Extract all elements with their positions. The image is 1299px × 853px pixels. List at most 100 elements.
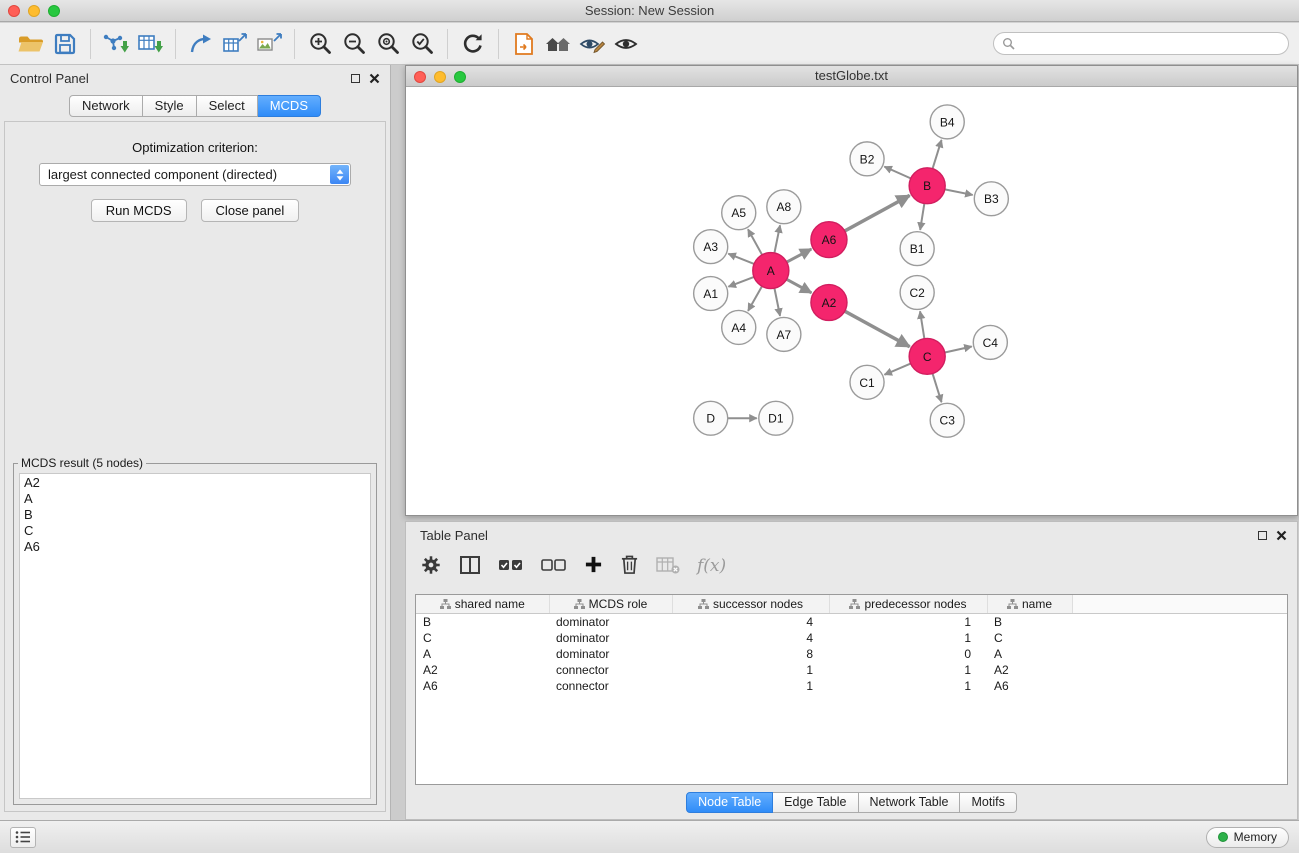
delete-table-button[interactable] (656, 555, 680, 578)
export-image-button[interactable] (252, 27, 286, 61)
column-header-name[interactable]: name (987, 595, 1072, 613)
graph-node-A[interactable]: A (753, 253, 789, 289)
graph-node-C3[interactable]: C3 (930, 403, 964, 437)
graph-edge-A-A5[interactable] (748, 229, 762, 255)
tab-node-table[interactable]: Node Table (686, 792, 773, 813)
import-network-button[interactable] (99, 27, 133, 61)
delete-column-button[interactable] (620, 554, 639, 578)
zoom-selected-button[interactable] (405, 27, 439, 61)
graph-node-C4[interactable]: C4 (973, 325, 1007, 359)
task-history-button[interactable] (10, 827, 36, 848)
mcds-result-item[interactable]: A6 (24, 539, 366, 555)
graph-node-A2[interactable]: A2 (811, 285, 847, 321)
mcds-result-item[interactable]: A2 (24, 475, 366, 491)
tab-style[interactable]: Style (143, 95, 197, 117)
mcds-result-list[interactable]: A2ABCA6 (19, 473, 371, 799)
column-header-MCDS-role[interactable]: MCDS role (549, 595, 672, 613)
graph-edge-A-A2[interactable] (787, 279, 812, 293)
save-session-button[interactable] (48, 27, 82, 61)
graph-node-A7[interactable]: A7 (767, 317, 801, 351)
graph-edge-A6-B[interactable] (845, 195, 910, 231)
network-graph[interactable]: B4B2BB3A8A5A6A3B1AC2A1A2A4A7C4CC1C3DD1 (406, 88, 1297, 515)
import-table-button[interactable] (133, 27, 167, 61)
float-panel-button[interactable] (351, 74, 360, 83)
search-box[interactable] (993, 32, 1289, 55)
graph-edge-A-A1[interactable] (728, 277, 754, 287)
memory-button[interactable]: Memory (1206, 827, 1289, 848)
tab-select[interactable]: Select (197, 95, 258, 117)
graph-edge-B-B4[interactable] (933, 140, 942, 169)
table-row[interactable]: Cdominator41C (416, 630, 1287, 646)
graph-edge-A-A6[interactable] (787, 249, 812, 262)
zoom-fit-button[interactable] (371, 27, 405, 61)
graph-edge-C-C1[interactable] (884, 364, 910, 375)
run-mcds-button[interactable]: Run MCDS (91, 199, 187, 222)
minimize-window-button[interactable] (28, 5, 40, 17)
search-input[interactable] (1020, 34, 1288, 53)
graph-edge-C-C4[interactable] (945, 346, 972, 352)
close-panel-icon-button[interactable] (369, 73, 380, 84)
show-columns-button[interactable] (459, 555, 481, 578)
graph-node-A6[interactable]: A6 (811, 222, 847, 258)
column-header-successor-nodes[interactable]: successor nodes (672, 595, 829, 613)
zoom-window-button[interactable] (48, 5, 60, 17)
table-row[interactable]: Adominator80A (416, 646, 1287, 662)
open-session-button[interactable] (14, 27, 48, 61)
network-minimize-button[interactable] (434, 71, 446, 83)
refresh-layout-button[interactable] (456, 27, 490, 61)
tab-network-table[interactable]: Network Table (859, 792, 961, 813)
mcds-result-item[interactable]: C (24, 523, 366, 539)
graph-edge-A-A4[interactable] (748, 286, 762, 311)
export-network-button[interactable] (184, 27, 218, 61)
create-column-button[interactable] (584, 555, 603, 577)
network-zoom-button[interactable] (454, 71, 466, 83)
graph-node-B1[interactable]: B1 (900, 232, 934, 266)
graph-node-C[interactable]: C (909, 338, 945, 374)
graph-edge-C-C2[interactable] (920, 311, 924, 338)
zoom-in-button[interactable] (303, 27, 337, 61)
graph-node-B4[interactable]: B4 (930, 105, 964, 139)
mcds-result-item[interactable]: A (24, 491, 366, 507)
tab-edge-table[interactable]: Edge Table (773, 792, 858, 813)
graph-edge-A-A7[interactable] (774, 288, 780, 316)
first-neighbors-button[interactable] (507, 27, 541, 61)
home-button[interactable] (541, 27, 575, 61)
graph-node-C1[interactable]: C1 (850, 365, 884, 399)
graph-edge-A2-C[interactable] (845, 311, 910, 347)
graph-node-B[interactable]: B (909, 168, 945, 204)
function-builder-button[interactable]: f(x) (697, 556, 726, 576)
show-hide-button[interactable] (609, 27, 643, 61)
graph-edge-B-B3[interactable] (945, 189, 973, 195)
network-canvas[interactable]: B4B2BB3A8A5A6A3B1AC2A1A2A4A7C4CC1C3DD1 (406, 88, 1297, 515)
column-header-predecessor-nodes[interactable]: predecessor nodes (829, 595, 987, 613)
close-window-button[interactable] (8, 5, 20, 17)
table-row[interactable]: Bdominator41B (416, 613, 1287, 630)
graph-edge-C-C3[interactable] (933, 374, 942, 403)
graph-edge-B-B2[interactable] (884, 167, 910, 179)
close-table-panel-button[interactable] (1276, 530, 1287, 541)
tab-network[interactable]: Network (69, 95, 143, 117)
network-close-button[interactable] (414, 71, 426, 83)
export-table-button[interactable] (218, 27, 252, 61)
graph-edge-B-B1[interactable] (920, 204, 924, 230)
graph-edge-A-A3[interactable] (728, 254, 754, 264)
close-panel-button[interactable]: Close panel (201, 199, 300, 222)
table-row[interactable]: A6connector11A6 (416, 678, 1287, 694)
graph-node-C2[interactable]: C2 (900, 276, 934, 310)
tab-motifs[interactable]: Motifs (960, 792, 1016, 813)
graph-edge-A-A8[interactable] (774, 225, 780, 253)
graph-node-B3[interactable]: B3 (974, 182, 1008, 216)
graph-node-B2[interactable]: B2 (850, 142, 884, 176)
select-all-rows-button[interactable] (498, 556, 524, 577)
graph-node-A4[interactable]: A4 (722, 310, 756, 344)
deselect-all-rows-button[interactable] (541, 556, 567, 577)
mcds-result-item[interactable]: B (24, 507, 366, 523)
float-table-panel-button[interactable] (1258, 531, 1267, 540)
table-settings-button[interactable] (420, 554, 442, 579)
graph-node-D[interactable]: D (694, 401, 728, 435)
graph-node-A3[interactable]: A3 (694, 230, 728, 264)
annotation-mode-button[interactable] (575, 27, 609, 61)
zoom-out-button[interactable] (337, 27, 371, 61)
tab-mcds[interactable]: MCDS (258, 95, 321, 117)
graph-node-D1[interactable]: D1 (759, 401, 793, 435)
